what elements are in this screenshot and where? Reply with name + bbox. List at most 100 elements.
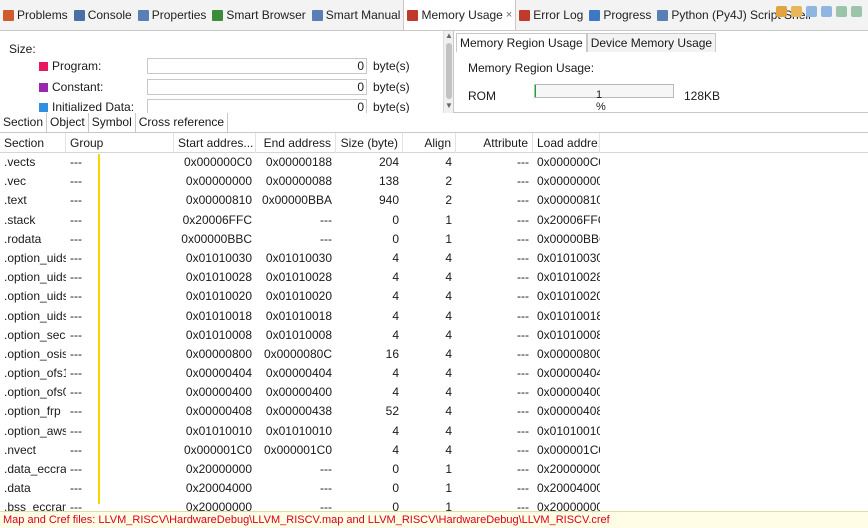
table-row[interactable]: .data --- 0x20004000 --- 0 1 --- 0x20004000 xyxy=(0,479,868,498)
table-row[interactable]: .vects --- 0x000000C0 0x00000188 204 4 --- 0x00… xyxy=(0,153,868,172)
table-row[interactable]: .option_uids3 --- 0x01010030 0x01010030 4 4 --… xyxy=(0,249,868,268)
constant-size-field[interactable]: 0 xyxy=(147,79,367,95)
table-row[interactable]: .nvect --- 0x000001C0 0x000001C0 4 4 --- 0x0000… xyxy=(0,441,868,460)
table-row[interactable]: .option_aws --- 0x01010010 0x01010010 4 4 --- 0… xyxy=(0,422,868,441)
column-header-end-address[interactable]: End address xyxy=(256,133,336,153)
cell-attribute: --- xyxy=(517,327,529,342)
program-size-field[interactable]: 0 xyxy=(147,58,367,74)
size-row-label: Constant: xyxy=(52,80,104,94)
cell-load-address: 0x01010020 xyxy=(537,289,600,304)
cell-size: 0 xyxy=(392,500,399,511)
tab-label: Memory Usage xyxy=(421,8,503,22)
cell-filler xyxy=(600,268,868,287)
cell-load-address: 0x00000BBC xyxy=(537,231,600,246)
table-row[interactable]: .text --- 0x00000810 0x00000BBA 940 2 --- 0x000… xyxy=(0,191,868,210)
table-row[interactable]: .option_secs --- 0x01010008 0x01010008 4 4 ---… xyxy=(0,326,868,345)
cell-load-address: 0x20000000 xyxy=(537,500,600,511)
tab-cross-reference[interactable]: Cross reference xyxy=(136,113,229,132)
zoom-in-icon[interactable] xyxy=(806,6,817,17)
cell-size: 940 xyxy=(378,193,399,208)
column-header-attribute[interactable]: Attribute xyxy=(456,133,533,153)
tab-smart-manual[interactable]: Smart Manual xyxy=(309,0,404,30)
tab-label: Progress xyxy=(603,8,652,22)
cell-end-address: 0x00000088 xyxy=(265,174,332,189)
tab-memory-region-usage[interactable]: Memory Region Usage xyxy=(456,33,587,52)
cell-align: 4 xyxy=(445,308,452,323)
cell-align: 1 xyxy=(445,481,452,496)
column-header-group[interactable]: Group xyxy=(66,133,174,153)
cell-filler xyxy=(600,422,868,441)
column-header-section[interactable]: Section xyxy=(0,133,66,153)
cell-attribute: --- xyxy=(517,346,529,361)
close-icon[interactable]: × xyxy=(506,9,512,21)
cell-attribute: --- xyxy=(517,404,529,419)
cell-align: 2 xyxy=(445,193,452,208)
table-row[interactable]: .option_uids0 --- 0x01010018 0x01010018 4 4 --… xyxy=(0,307,868,326)
table-row[interactable]: .data_eccram --- 0x20000000 --- 0 1 --- 0x20000… xyxy=(0,460,868,479)
cell-load-address: 0x01010030 xyxy=(537,250,600,265)
table-row[interactable]: .option_uids2 --- 0x01010028 0x01010028 4 4 --… xyxy=(0,268,868,287)
table-row[interactable]: .vec --- 0x00000000 0x00000088 138 2 --- 0x0000… xyxy=(0,172,868,191)
collapse-icon[interactable] xyxy=(836,6,847,17)
tab-memory-usage[interactable]: Memory Usage × xyxy=(403,0,517,30)
cell-group: --- xyxy=(70,231,82,246)
cell-group: --- xyxy=(70,174,82,189)
cell-group: --- xyxy=(70,423,82,438)
column-header-start-address[interactable]: Start addres... xyxy=(174,133,256,153)
table-row[interactable]: .option_frp --- 0x00000408 0x00000438 52 4 ---… xyxy=(0,402,868,421)
scrollbar-thumb[interactable] xyxy=(446,43,452,99)
cell-load-address: 0x01010028 xyxy=(537,270,600,285)
cell-start-address: 0x00000404 xyxy=(185,366,252,381)
tab-device-memory-usage[interactable]: Device Memory Usage xyxy=(586,33,717,52)
cell-group: --- xyxy=(70,385,82,400)
table-row[interactable]: .option_osis --- 0x00000800 0x0000080C 16 4 --… xyxy=(0,345,868,364)
refresh-icon[interactable] xyxy=(776,6,787,17)
table-row[interactable]: .option_ofs1 --- 0x00000404 0x00000404 4 4 ---… xyxy=(0,364,868,383)
cell-group: --- xyxy=(70,155,82,169)
cell-load-address: 0x00000404 xyxy=(537,366,600,381)
tab-problems[interactable]: Problems xyxy=(0,0,71,30)
cell-section: .option_uids1 xyxy=(4,289,66,304)
summary-area: Size: Program: 0 byte(s) Constant: 0 byt… xyxy=(0,31,868,113)
tab-console[interactable]: Console xyxy=(71,0,135,30)
cell-group: --- xyxy=(70,327,82,342)
table-row[interactable]: .bss_eccram --- 0x20000000 --- 0 1 --- 0x200000… xyxy=(0,498,868,511)
tab-smart-browser[interactable]: Smart Browser xyxy=(209,0,308,30)
scroll-up-icon[interactable]: ▲ xyxy=(445,31,453,40)
cell-size: 0 xyxy=(392,212,399,227)
cell-filler xyxy=(600,287,868,306)
tab-progress[interactable]: Progress xyxy=(586,0,654,30)
table-row[interactable]: .option_uids1 --- 0x01010020 0x01010020 4 4 --… xyxy=(0,287,868,306)
tab-symbol[interactable]: Symbol xyxy=(89,113,136,132)
expand-icon[interactable] xyxy=(851,6,862,17)
tab-properties[interactable]: Properties xyxy=(135,0,210,30)
zoom-out-icon[interactable] xyxy=(821,6,832,17)
scroll-down-icon[interactable]: ▼ xyxy=(445,101,453,110)
table-row[interactable]: .stack --- 0x20006FFC --- 0 1 --- 0x20006FFC xyxy=(0,211,868,230)
section-table: Section Group Start addres... End addres… xyxy=(0,133,868,511)
column-header-align[interactable]: Align xyxy=(403,133,456,153)
column-header-size[interactable]: Size (byte) xyxy=(336,133,403,153)
cell-start-address: 0x000001C0 xyxy=(183,442,252,457)
cell-group: --- xyxy=(70,462,82,476)
cell-size: 4 xyxy=(392,289,399,304)
size-pane-scrollbar[interactable]: ▲ ▼ xyxy=(443,31,453,113)
tab-label: Error Log xyxy=(533,8,584,22)
memory-region-row: ROM 1 % 128KB xyxy=(468,84,720,113)
tab-object[interactable]: Object xyxy=(47,113,89,132)
column-header-load-address[interactable]: Load addre... xyxy=(533,133,600,153)
link-icon[interactable] xyxy=(791,6,802,17)
cell-group: --- xyxy=(70,442,82,457)
cell-align: 4 xyxy=(445,404,452,419)
cell-group: --- xyxy=(70,366,82,381)
table-row[interactable]: .rodata --- 0x00000BBC --- 0 1 --- 0x00000BBC xyxy=(0,230,868,249)
cell-start-address: 0x20006FFC xyxy=(182,212,252,227)
initialized-data-size-field[interactable]: 0 xyxy=(147,99,367,113)
cell-filler xyxy=(600,498,868,511)
table-row[interactable]: .option_ofs0 --- 0x00000400 0x00000400 4 4 ---… xyxy=(0,383,868,402)
size-unit: byte(s) xyxy=(373,59,410,73)
cell-start-address: 0x00000BBC xyxy=(181,231,252,246)
cell-align: 4 xyxy=(445,250,452,265)
tab-section[interactable]: Section xyxy=(0,113,48,132)
tab-error-log[interactable]: Error Log xyxy=(516,0,586,30)
